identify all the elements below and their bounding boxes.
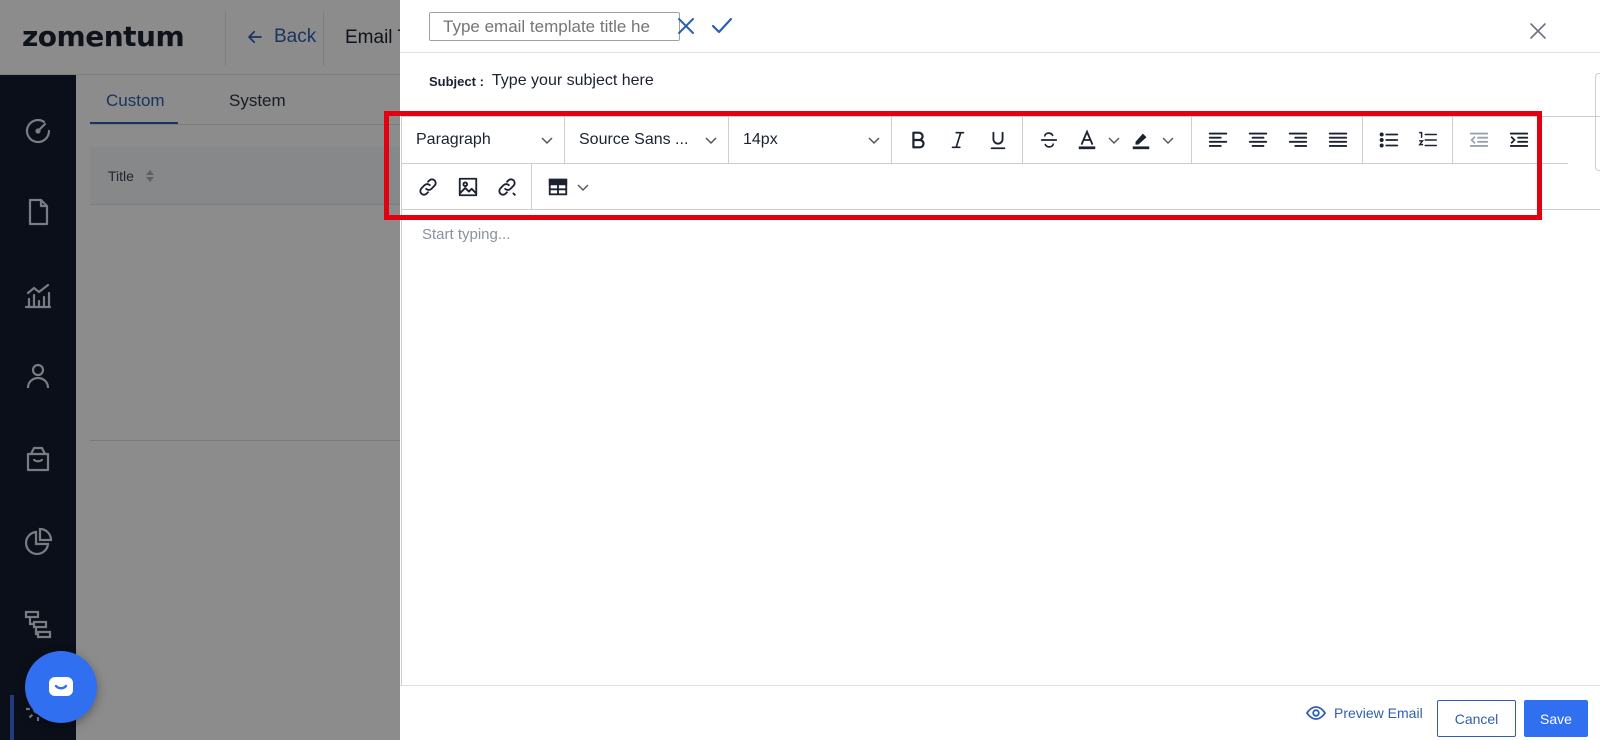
text-color-icon[interactable] [1069,120,1105,160]
drawer-header [400,0,1600,53]
unlink-icon[interactable] [487,167,527,207]
font-family-value: Source Sans ... [579,131,689,148]
modal-backdrop[interactable] [0,0,400,740]
rich-text-editor: Paragraph Source Sans ... 14px Start typ… [401,116,1600,686]
text-format-group [1023,117,1192,163]
email-template-drawer: Subject : Paragraph Source Sans ... 14px [400,0,1600,740]
chevron-down-icon[interactable] [574,167,592,207]
align-left-icon[interactable] [1198,120,1238,160]
alignment-group [1192,117,1363,163]
close-drawer-icon[interactable] [1529,22,1547,40]
font-size-select[interactable]: 14px [729,117,892,163]
indent-group [1453,117,1545,163]
cancel-title-icon[interactable] [674,14,698,38]
align-center-icon[interactable] [1238,120,1278,160]
font-size-value: 14px [743,131,778,148]
italic-icon[interactable] [938,120,978,160]
chat-icon [49,677,73,696]
align-justify-icon[interactable] [1318,120,1358,160]
align-right-icon[interactable] [1278,120,1318,160]
table-button[interactable] [532,164,592,209]
save-button[interactable]: Save [1524,700,1588,737]
subject-row: Subject : [429,72,1092,90]
text-color-button[interactable] [1069,120,1123,160]
subject-input[interactable] [491,72,1092,90]
chevron-down-icon [541,137,553,145]
preview-email-button[interactable]: Preview Email [1306,703,1423,723]
cancel-button[interactable]: Cancel [1437,700,1516,737]
editor-body[interactable]: Start typing... [402,210,1600,680]
insert-group [402,164,532,209]
table-icon[interactable] [542,167,574,207]
outdent-icon[interactable] [1459,120,1499,160]
link-icon[interactable] [408,167,448,207]
block-format-select[interactable]: Paragraph [402,117,565,163]
chevron-down-icon[interactable] [1105,120,1123,160]
list-group [1363,117,1453,163]
editor-toolbar-row-2 [402,164,1600,210]
chevron-down-icon [868,137,880,145]
strikethrough-icon[interactable] [1029,120,1069,160]
highlight-icon[interactable] [1123,120,1159,160]
font-family-select[interactable]: Source Sans ... [565,117,729,163]
underline-icon[interactable] [978,120,1018,160]
preview-email-label: Preview Email [1334,705,1423,721]
bold-icon[interactable] [898,120,938,160]
bullet-list-icon[interactable] [1369,120,1409,160]
chat-widget-button[interactable] [25,651,97,723]
template-title-input[interactable] [429,12,680,41]
confirm-title-icon[interactable] [710,14,734,38]
numbered-list-icon[interactable] [1409,120,1449,160]
image-icon[interactable] [448,167,488,207]
indent-icon[interactable] [1499,120,1539,160]
chevron-down-icon [705,137,717,145]
drawer-footer: Preview Email Cancel Save [400,685,1600,740]
chevron-down-icon[interactable] [1159,120,1177,160]
block-format-value: Paragraph [416,131,491,148]
text-style-group [892,117,1023,163]
editor-toolbar-row-1: Paragraph Source Sans ... 14px [402,117,1568,164]
editor-placeholder: Start typing... [422,226,511,243]
subject-label: Subject : [429,73,484,89]
eye-icon [1306,706,1326,720]
highlight-color-button[interactable] [1123,120,1177,160]
